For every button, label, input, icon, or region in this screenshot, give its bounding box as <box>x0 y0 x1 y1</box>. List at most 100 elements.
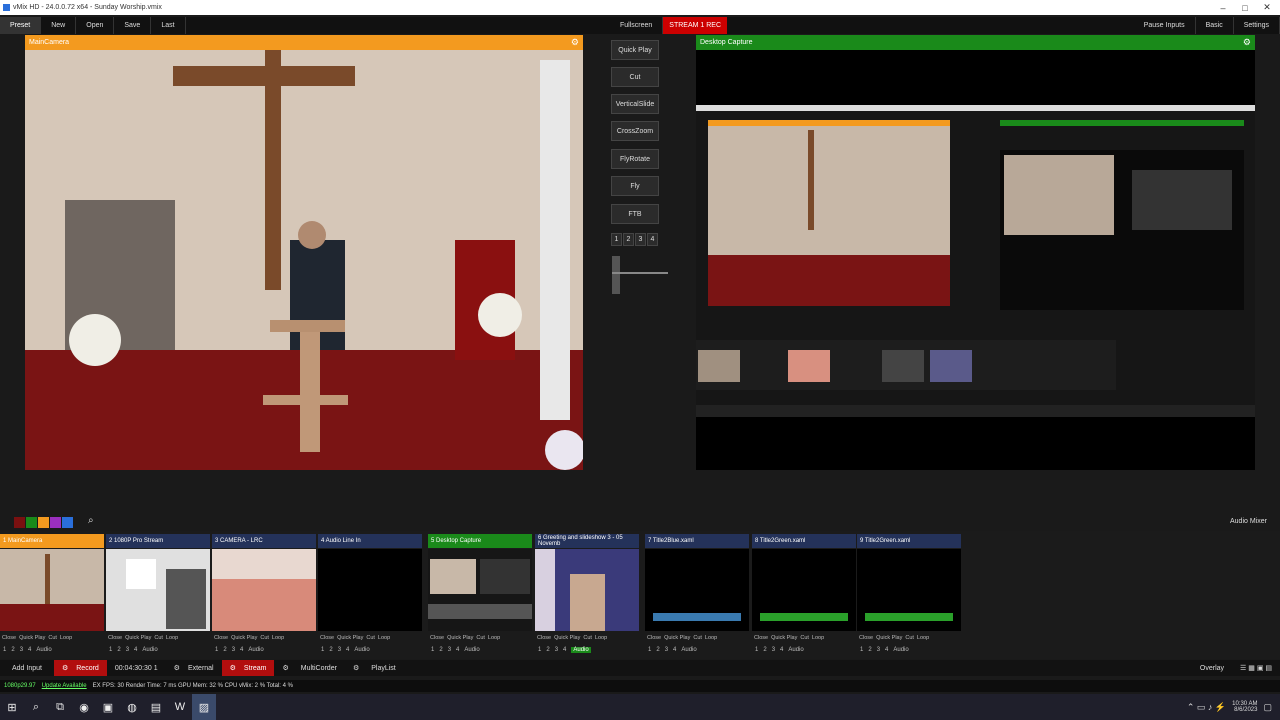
input-thumbnail[interactable] <box>106 549 210 631</box>
record-timecode: 00:04:30:30 1 <box>114 664 158 672</box>
stream-label: Stream <box>243 664 267 672</box>
transition-4[interactable]: 4 <box>647 233 658 246</box>
system-tray-icons[interactable]: ⌃ ▭ ♪ ⚡ <box>1187 702 1226 713</box>
input-card[interactable]: 1 MainCamera Close Quick Play Cut Loop 1234… <box>0 534 104 656</box>
pause-inputs-button[interactable]: Pause Inputs <box>1134 17 1196 34</box>
transition-fly[interactable]: Fly <box>611 176 659 196</box>
ftb-button[interactable]: FTB <box>611 204 659 224</box>
menu-save[interactable]: Save <box>114 17 152 34</box>
basic-button[interactable]: Basic <box>1196 17 1234 34</box>
input-numbers: 1 2 3 4 Audio <box>431 646 480 653</box>
transition-1[interactable]: 1 <box>611 233 622 246</box>
chrome-icon[interactable]: ◉ <box>72 694 96 720</box>
input-card[interactable]: 6 Greeting and slideshow 3 - 05 Novemb C… <box>535 534 639 656</box>
add-input-button[interactable]: Add Input <box>0 660 54 676</box>
input-header[interactable]: 2 1080P Pro Stream <box>106 534 210 548</box>
input-card[interactable]: 4 Audio Line In Close Quick Play Cut Loop 1… <box>318 534 422 656</box>
output-header: Desktop Capture ⚙ <box>696 35 1255 50</box>
input-header[interactable]: 6 Greeting and slideshow 3 - 05 Novemb <box>535 534 639 548</box>
input-header[interactable]: 3 CAMERA - LRC <box>212 534 316 548</box>
record-button[interactable]: ⚙ Record <box>53 660 107 676</box>
input-thumbnail[interactable] <box>318 549 422 631</box>
input-header[interactable]: 7 Title2Blue.xaml <box>645 534 749 548</box>
playlist-label: PlayList <box>371 664 396 672</box>
input-card[interactable]: 8 Title2Green.xaml Close Quick Play Cut Loo… <box>752 534 856 656</box>
input-controls: Close Quick Play Cut Loop <box>2 634 73 641</box>
transition-vertical-slide[interactable]: VerticalSlide <box>611 94 659 114</box>
input-thumbnail[interactable] <box>857 549 961 631</box>
color-swatch-blue[interactable] <box>62 517 73 528</box>
input-thumbnail[interactable] <box>535 549 639 631</box>
search-icon[interactable]: ⌕ <box>24 694 48 720</box>
inputs-area: 1 MainCamera Close Quick Play Cut Loop 1234… <box>0 531 1280 659</box>
windows-start-icon[interactable]: ⊞ <box>0 694 24 720</box>
input-card[interactable]: 2 1080P Pro Stream Close Quick Play Cut Loo… <box>106 534 210 656</box>
input-numbers: 1 2 3 4 Audio <box>109 646 158 653</box>
menu-new[interactable]: New <box>41 17 77 34</box>
audio-mixer-button[interactable]: Audio Mixer <box>1230 518 1267 525</box>
gear-icon[interactable]: ⚙ <box>571 37 579 48</box>
input-card[interactable]: 3 CAMERA - LRC Close Quick Play Cut Loop 12… <box>212 534 316 656</box>
cut-button[interactable]: Cut <box>611 67 659 87</box>
input-controls: Close Quick Play Cut Loop <box>537 634 608 641</box>
input-controls: Close Quick Play Cut Loop <box>647 634 718 641</box>
menu-open[interactable]: Open <box>76 17 115 34</box>
clock[interactable]: 10:30 AM 8/6/2023 <box>1232 701 1257 713</box>
input-header[interactable]: 1 MainCamera <box>0 534 104 548</box>
firefox-icon[interactable]: ◍ <box>120 694 144 720</box>
file-explorer-icon[interactable]: ▤ <box>144 694 168 720</box>
transition-fly-rotate[interactable]: FlyRotate <box>611 149 659 169</box>
input-controls: Close Quick Play Cut Loop <box>430 634 501 641</box>
bottom-toolbar: Add Input ⚙ Record 00:04:30:30 1 ⚙ Externa… <box>0 660 1280 676</box>
t-bar-handle[interactable] <box>612 256 620 294</box>
input-card[interactable]: 5 Desktop Capture Close Quick Play Cut Loop… <box>428 534 532 656</box>
menu-last[interactable]: Last <box>151 17 186 34</box>
transition-cross-zoom[interactable]: CrossZoom <box>611 121 659 141</box>
status-bar: 1080p29.97 Update Available EX FPS: 30 R… <box>0 680 1280 692</box>
input-header[interactable]: 8 Title2Green.xaml <box>752 534 856 548</box>
layout-icon[interactable]: ☰ ▦ ▣ ▤ <box>1232 660 1280 676</box>
input-thumbnail[interactable] <box>428 549 532 631</box>
preview-header: MainCamera ⚙ <box>25 35 583 50</box>
update-link[interactable]: Update Available <box>42 683 87 689</box>
input-thumbnail[interactable] <box>0 549 104 631</box>
input-header[interactable]: 5 Desktop Capture <box>428 534 532 548</box>
task-view-icon[interactable]: ⧉ <box>48 694 72 720</box>
resolution-status: 1080p29.97 <box>4 683 36 689</box>
store-icon[interactable]: ▣ <box>96 694 120 720</box>
word-icon[interactable]: W <box>168 694 192 720</box>
playlist-button[interactable]: ⚙ PlayList <box>345 660 404 676</box>
external-button[interactable]: ⚙ External <box>166 660 222 676</box>
close-button[interactable]: ✕ <box>1254 0 1280 15</box>
transition-3[interactable]: 3 <box>635 233 646 246</box>
search-icon[interactable]: ⌕ <box>88 515 94 526</box>
input-header[interactable]: 9 Title2Green.xaml <box>857 534 961 548</box>
overlay-button[interactable]: Overlay <box>1192 660 1232 676</box>
input-card[interactable]: 9 Title2Green.xaml Close Quick Play Cut Loo… <box>857 534 961 656</box>
vmix-taskbar-icon[interactable]: ▨ <box>192 694 216 720</box>
notification-icon[interactable]: ▢ <box>1263 702 1272 713</box>
settings-button[interactable]: Settings <box>1234 17 1280 34</box>
color-swatch-red[interactable] <box>14 517 25 528</box>
input-numbers: 1 2 3 4 Audio <box>538 646 591 653</box>
transition-2[interactable]: 2 <box>623 233 634 246</box>
input-controls: Close Quick Play Cut Loop <box>754 634 825 641</box>
preview-video[interactable] <box>25 50 583 470</box>
center-menu: Fullscreen STREAM 1 REC <box>610 17 728 34</box>
gear-icon[interactable]: ⚙ <box>1243 37 1251 48</box>
color-swatch-purple[interactable] <box>50 517 61 528</box>
stream-button[interactable]: ⚙ Stream <box>221 660 275 676</box>
quick-play-button[interactable]: Quick Play <box>611 40 659 60</box>
stream-rec-badge[interactable]: STREAM 1 REC <box>663 17 728 34</box>
input-header[interactable]: 4 Audio Line In <box>318 534 422 548</box>
color-swatch-orange[interactable] <box>38 517 49 528</box>
fullscreen-button[interactable]: Fullscreen <box>610 17 664 34</box>
input-thumbnail[interactable] <box>752 549 856 631</box>
input-card[interactable]: 7 Title2Blue.xaml Close Quick Play Cut Loop… <box>645 534 749 656</box>
color-swatch-green[interactable] <box>26 517 37 528</box>
t-bar-slider[interactable] <box>612 272 668 274</box>
menu-preset[interactable]: Preset <box>0 17 42 34</box>
input-thumbnail[interactable] <box>212 549 316 631</box>
input-thumbnail[interactable] <box>645 549 749 631</box>
multicorder-button[interactable]: ⚙ MultiCorder <box>274 660 344 676</box>
